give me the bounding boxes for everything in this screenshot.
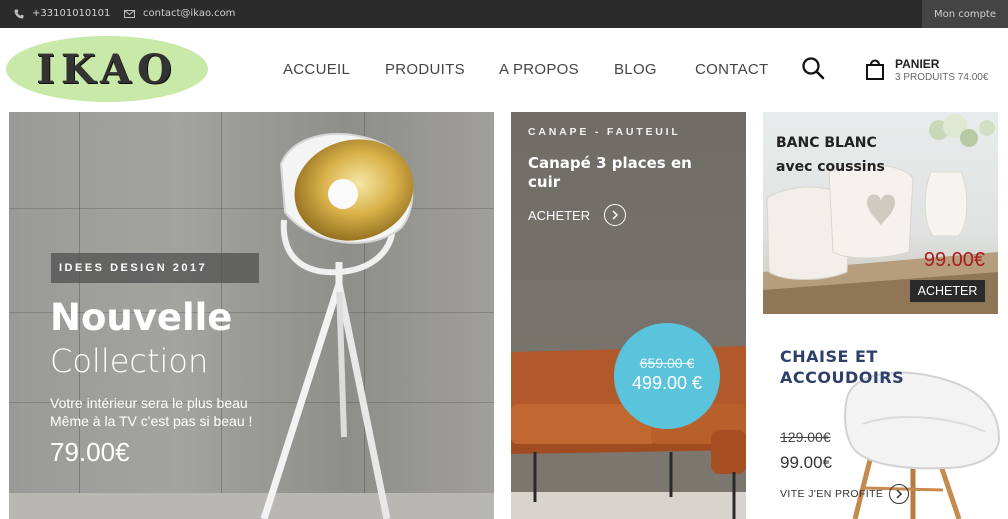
product-title: Canapé 3 places en cuir	[528, 154, 692, 191]
product-title-line: ACCOUDOIRS	[780, 368, 905, 387]
site-logo[interactable]: IKAO	[6, 36, 208, 102]
top-bar: +33101010101 contact@ikao.com Mon compte	[0, 0, 1008, 28]
email-address: contact@ikao.com	[143, 8, 236, 19]
hero-subtitle: Collection	[50, 342, 209, 380]
buy-button[interactable]: ACHETER	[910, 280, 985, 302]
search-icon[interactable]	[801, 56, 825, 80]
new-price: 99.00€	[780, 453, 832, 472]
buy-button[interactable]: ACHETER	[528, 204, 627, 226]
phone-contact[interactable]: +33101010101	[14, 8, 110, 19]
promo-link[interactable]: VITE J'EN PROFITE	[780, 484, 910, 504]
arrow-right-icon[interactable]	[604, 204, 627, 226]
new-price: 499.00 €	[631, 373, 703, 393]
bench-promo-card[interactable]: BANC BLANC avec coussins 99.00€ ACHETER	[763, 112, 998, 314]
sofa-promo-card[interactable]: CANAPE - FAUTEUIL Canapé 3 places en cui…	[511, 112, 746, 519]
nav-blog[interactable]: BLOG	[614, 61, 657, 78]
cart-icon[interactable]	[864, 57, 886, 81]
mail-icon	[124, 9, 135, 18]
nav-produits[interactable]: PRODUITS	[385, 61, 465, 78]
phone-number: +33101010101	[32, 8, 111, 19]
nav-contact[interactable]: CONTACT	[695, 61, 768, 78]
price-circle: 659.00 € 499.00 €	[614, 323, 720, 429]
account-link[interactable]: Mon compte	[922, 0, 1008, 28]
cart-summary[interactable]: PANIER 3 PRODUITS 74.00€	[895, 57, 988, 83]
email-contact[interactable]: contact@ikao.com	[124, 8, 235, 19]
phone-icon	[14, 9, 24, 18]
hero-price: 79.00€	[50, 437, 130, 467]
product-title: CHAISE ET ACCOUDOIRS	[780, 346, 904, 388]
hero-banner[interactable]: IDEES DESIGN 2017 Nouvelle Collection Vo…	[9, 112, 494, 519]
product-title-line: avec coussins	[776, 159, 885, 175]
product-title-line: CHAISE ET	[780, 347, 878, 366]
promo-label: VITE J'EN PROFITE	[780, 488, 884, 500]
nav-accueil[interactable]: ACCUEIL	[283, 61, 350, 78]
logo-text: IKAO	[36, 45, 178, 93]
arrow-right-icon[interactable]	[889, 484, 910, 504]
chair-promo-card[interactable]: CHAISE ET ACCOUDOIRS 129.00€ 99.00€ VITE…	[763, 328, 1008, 519]
buy-label: ACHETER	[528, 207, 591, 223]
old-price: 659.00 €	[639, 355, 695, 371]
cart-title: PANIER	[895, 57, 940, 71]
hero-desc-line: Votre intérieur sera le plus beau	[50, 395, 248, 411]
product-title-line: BANC BLANC	[776, 135, 877, 151]
product-category: CANAPE - FAUTEUIL	[528, 126, 681, 138]
hero-desc-line: Même à la TV c'est pas si beau !	[50, 413, 253, 429]
hero-badge: IDEES DESIGN 2017	[51, 253, 259, 283]
hero-title: Nouvelle	[50, 296, 233, 339]
hero-description: Votre intérieur sera le plus beau Même à…	[50, 394, 252, 430]
nav-a-propos[interactable]: A PROPOS	[499, 61, 579, 78]
product-title: BANC BLANC avec coussins	[776, 131, 885, 179]
cart-count: 3 PRODUITS 74.00€	[895, 72, 989, 83]
product-price: 99.00€	[923, 249, 985, 271]
old-price: 129.00€	[780, 429, 831, 445]
